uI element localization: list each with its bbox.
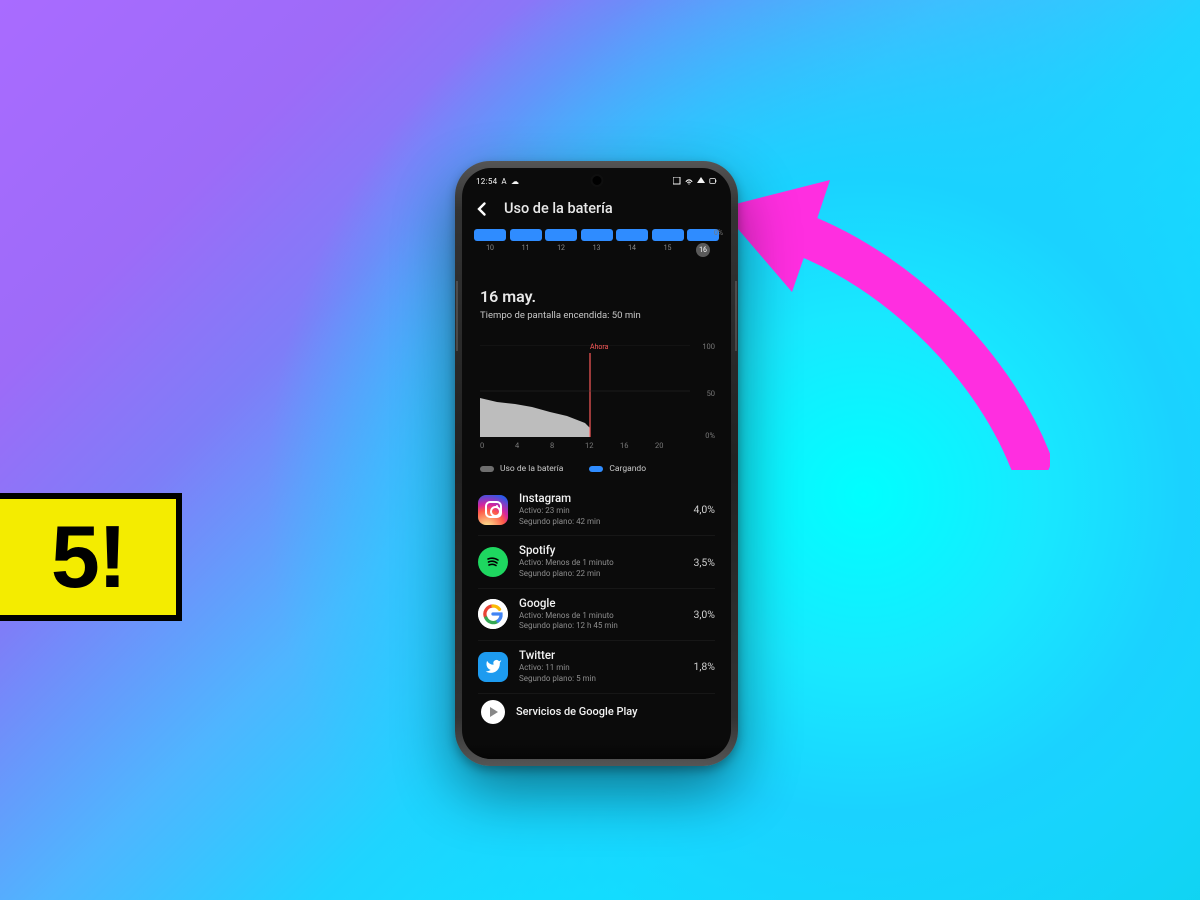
app-bg-line: Segundo plano: 5 min — [519, 674, 682, 685]
phone-frame: 12:54 A ☁ Uso de la batería — [455, 161, 738, 766]
x-axis-labels: 0 4 8 12 16 20 — [480, 441, 690, 450]
app-bg-line: Segundo plano: 12 h 45 min — [519, 621, 682, 632]
x-tick: 8 — [550, 441, 585, 450]
app-pct: 1,8% — [693, 660, 715, 673]
day-chip[interactable] — [652, 229, 684, 241]
google-icon — [478, 599, 508, 629]
wifi-icon — [685, 177, 693, 185]
days-labels: 10 11 12 13 14 15 16 — [462, 241, 731, 257]
now-marker-label: Ahora — [590, 343, 608, 351]
legend-battery-label: Uso de la batería — [500, 464, 563, 474]
app-row-google[interactable]: Google Activo: Menos de 1 minuto Segundo… — [478, 589, 715, 641]
screen-bottom-fade — [462, 739, 731, 759]
day-label: 15 — [652, 244, 684, 257]
day-label: 13 — [581, 244, 613, 257]
app-row-spotify[interactable]: Spotify Activo: Menos de 1 minuto Segund… — [478, 536, 715, 588]
screen-on-time: Tiempo de pantalla encendida: 50 min — [480, 310, 713, 321]
day-label-selected: 16 — [696, 243, 710, 257]
play-services-icon — [481, 700, 505, 724]
app-active-line: Activo: 23 min — [519, 506, 682, 517]
day-label: 14 — [616, 244, 648, 257]
day-chip[interactable] — [474, 229, 506, 241]
y-tick: 50 — [707, 389, 715, 398]
phone-screen: 12:54 A ☁ Uso de la batería — [462, 168, 731, 759]
day-chip[interactable] — [616, 229, 648, 241]
app-bg-line: Segundo plano: 22 min — [519, 569, 682, 580]
legend-swatch-charging — [589, 466, 603, 472]
spotify-icon — [478, 547, 508, 577]
app-row-instagram[interactable]: Instagram Activo: 23 min Segundo plano: … — [478, 484, 715, 536]
y-tick: 100 — [702, 342, 715, 351]
app-name: Spotify — [519, 544, 682, 558]
app-name: Twitter — [519, 649, 682, 663]
day-label: 12 — [545, 244, 577, 257]
instagram-icon — [478, 495, 508, 525]
chart-svg — [480, 345, 690, 437]
back-button[interactable] — [474, 201, 490, 217]
days-row — [462, 229, 731, 241]
app-pct: 4,0% — [693, 503, 715, 516]
app-active-line: Activo: 11 min — [519, 663, 682, 674]
count-badge-text: 5! — [51, 506, 125, 608]
nfc-icon — [673, 177, 681, 185]
arrow-annotation — [720, 170, 1050, 470]
x-tick: 12 — [585, 441, 620, 450]
app-row-twitter[interactable]: Twitter Activo: 11 min Segundo plano: 5 … — [478, 641, 715, 693]
page-title: Uso de la batería — [504, 200, 613, 217]
x-tick: 0 — [480, 441, 515, 450]
day-label: 11 — [510, 244, 542, 257]
day-label: 10 — [474, 244, 506, 257]
app-pct: 3,0% — [693, 608, 715, 621]
battery-icon — [709, 177, 717, 185]
status-time: 12:54 — [476, 177, 497, 186]
app-name: Instagram — [519, 492, 682, 506]
chart-legend: Uso de la batería Cargando — [462, 450, 731, 484]
selected-date: 16 may. — [480, 287, 713, 306]
legend-swatch-battery — [480, 466, 494, 472]
app-active-line: Activo: Menos de 1 minuto — [519, 558, 682, 569]
battery-chart: Ahora 100 50 0% — [480, 345, 713, 437]
app-name: Servicios de Google Play — [516, 705, 715, 718]
days-section: 10 11 12 13 14 15 16 0% — [462, 229, 731, 261]
day-chip[interactable] — [510, 229, 542, 241]
y-tick: 0% — [705, 431, 715, 440]
app-row-play-services[interactable]: Servicios de Google Play — [478, 694, 715, 724]
x-tick: 20 — [655, 441, 690, 450]
status-left-a: A — [501, 177, 507, 186]
stage: 5! 12:54 A ☁ — [0, 0, 1200, 900]
x-tick: 16 — [620, 441, 655, 450]
app-usage-list: Instagram Activo: 23 min Segundo plano: … — [462, 484, 731, 724]
day-chip[interactable] — [581, 229, 613, 241]
app-bg-line: Segundo plano: 42 min — [519, 517, 682, 528]
signal-icon — [697, 177, 705, 183]
chevron-left-icon — [474, 201, 490, 217]
app-name: Google — [519, 597, 682, 611]
legend-charging-label: Cargando — [609, 464, 646, 474]
x-tick: 4 — [515, 441, 550, 450]
detail-block: 16 may. Tiempo de pantalla encendida: 50… — [462, 261, 731, 327]
status-left-b: ☁ — [511, 177, 519, 186]
day-chip[interactable] — [545, 229, 577, 241]
twitter-icon — [478, 652, 508, 682]
app-active-line: Activo: Menos de 1 minuto — [519, 611, 682, 622]
camera-hole — [592, 176, 601, 185]
app-pct: 3,5% — [693, 556, 715, 569]
days-zero-pct: 0% — [714, 229, 723, 237]
arrow-icon — [720, 170, 1050, 470]
count-badge: 5! — [0, 493, 182, 621]
header: Uso de la batería — [462, 194, 731, 229]
play-triangle-icon — [490, 707, 498, 717]
